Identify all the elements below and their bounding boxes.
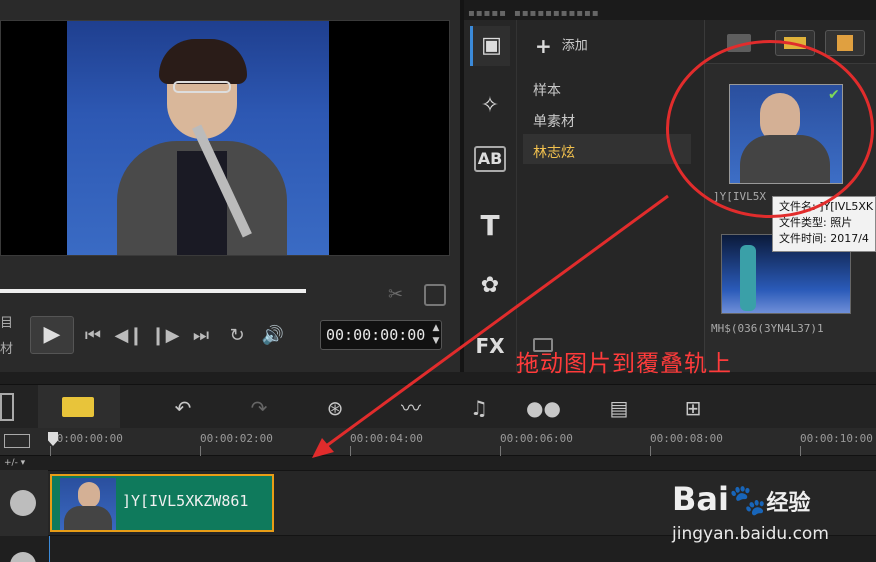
clip-thumbnail xyxy=(60,478,116,530)
film-reel-icon[interactable] xyxy=(10,490,36,516)
timecode-display[interactable]: 00:00:00:00 xyxy=(320,320,442,350)
timeline-clip[interactable]: ]Y[IVL5XKZW861 xyxy=(50,474,274,532)
folder-item-samples[interactable]: 样本 xyxy=(533,80,561,100)
thumbnail-caption-2: MH$(036(3YN4L37)1 xyxy=(711,322,824,335)
tick-label-1: 00:00:02:00 xyxy=(200,432,273,445)
go-to-end-icon[interactable]: ⏭ xyxy=(186,322,216,350)
scissors-icon[interactable]: ✂ xyxy=(388,284,410,306)
repeat-icon[interactable]: ↻ xyxy=(222,322,252,350)
tick xyxy=(500,446,501,456)
grip-icon-2[interactable]: ▪▪▪▪▪▪▪▪▪▪▪ xyxy=(514,8,600,19)
sound-mixer-icon[interactable]: 〰 xyxy=(394,395,428,421)
undo-icon[interactable]: ↶ xyxy=(166,395,200,421)
instruction-text: 拖动图片到覆叠轨上 xyxy=(516,351,732,377)
video-track-header[interactable] xyxy=(0,470,48,536)
library-folder-panel: + 添加 样本 单素材 林志炫 xyxy=(516,20,704,372)
media-icon[interactable]: ▣ xyxy=(470,26,510,66)
copy-icon[interactable] xyxy=(424,284,446,306)
baidu-logo-text: Bai xyxy=(672,480,729,518)
timeline-view-icon xyxy=(62,397,94,417)
tick-label-0: 00:00:00:00 xyxy=(50,432,123,445)
track-manager-icon[interactable] xyxy=(4,434,30,448)
preview-image xyxy=(67,21,329,255)
clip-mode-label[interactable]: 材 xyxy=(0,338,13,357)
thumb2-singer xyxy=(740,245,756,311)
tick xyxy=(650,446,651,456)
tooltip-filetype: 文件类型: 照片 xyxy=(779,216,853,229)
record-capture-icon[interactable]: ⊛ xyxy=(318,395,352,421)
baidu-url: jingyan.baidu.com xyxy=(672,524,829,544)
graphics-icon[interactable]: ✿ xyxy=(470,266,510,306)
fx-icon[interactable]: FX xyxy=(470,326,510,366)
folder-item-single[interactable]: 单素材 xyxy=(533,111,575,131)
next-frame-icon[interactable]: ❙▶ xyxy=(150,322,180,350)
timeline-toolbar: ↶ ↷ ⊛ 〰 ♫ ●● ▤ ⊞ xyxy=(0,384,876,429)
playhead-line xyxy=(49,536,50,562)
text-icon[interactable]: T xyxy=(470,206,510,246)
add-folder-label: 添加 xyxy=(561,38,588,54)
go-to-start-icon[interactable]: ⏮ xyxy=(78,322,108,350)
tick-label-4: 00:00:08:00 xyxy=(650,432,723,445)
scrub-bar[interactable] xyxy=(0,289,306,293)
person-glasses xyxy=(173,81,231,93)
clip-name: ]Y[IVL5XKZW861 xyxy=(122,492,249,510)
plus-icon: + xyxy=(535,34,552,58)
motion-tracking-icon[interactable]: ●● xyxy=(526,395,561,421)
timecode-spinner[interactable]: ▲ ▼ xyxy=(430,322,442,348)
show-photo-icon[interactable] xyxy=(825,30,865,56)
redo-icon[interactable]: ↷ xyxy=(242,395,276,421)
person-hair xyxy=(159,39,247,84)
title-ab-icon[interactable]: AB xyxy=(474,146,506,172)
tick-label-2: 00:00:04:00 xyxy=(350,432,423,445)
timeline-ruler[interactable]: 00:00:00:00 00:00:02:00 00:00:04:00 00:0… xyxy=(0,428,876,456)
baidu-jingyan-text: 经验 xyxy=(766,491,811,516)
grip-icon[interactable]: ▪▪▪▪▪ xyxy=(468,8,507,19)
tick xyxy=(200,446,201,456)
clip-face xyxy=(78,482,100,508)
baidu-watermark: Bai🐾经验 jingyan.baidu.com xyxy=(672,474,872,554)
auto-music-icon[interactable]: ♫ xyxy=(462,395,496,421)
highlight-circle xyxy=(666,40,874,218)
add-folder-button[interactable]: + 添加 xyxy=(535,34,588,58)
paw-icon: 🐾 xyxy=(728,483,767,518)
volume-icon[interactable]: 🔊 xyxy=(258,322,288,350)
transition-icon[interactable]: ✧ xyxy=(470,86,510,126)
multi-trim-icon[interactable]: ⊞ xyxy=(676,395,710,421)
subtitle-editor-icon[interactable]: ▤ xyxy=(602,395,636,421)
tick xyxy=(800,446,801,456)
tick-label-3: 00:00:06:00 xyxy=(500,432,573,445)
tick-label-5: 00:00:10:00 xyxy=(800,432,873,445)
clip-jacket xyxy=(64,506,112,530)
storyboard-view-icon[interactable] xyxy=(0,393,14,421)
folder-item-lin[interactable]: 林志炫 xyxy=(533,142,575,162)
tooltip-filetime: 文件时间: 2017/4 xyxy=(779,232,869,245)
play-button[interactable]: ▶ xyxy=(30,316,74,354)
previous-frame-icon[interactable]: ◀❙ xyxy=(114,322,144,350)
preview-window[interactable] xyxy=(0,20,450,256)
tick xyxy=(350,446,351,456)
library-category-bar: ▣ ✧ AB T ✿ FX xyxy=(464,20,516,372)
baidu-logo: Bai🐾经验 xyxy=(672,480,810,518)
zoom-control[interactable]: +/- ▾ xyxy=(4,458,25,468)
tick xyxy=(50,446,51,456)
library-title-bar: ▪▪▪▪▪ ▪▪▪▪▪▪▪▪▪▪▪ xyxy=(464,0,876,20)
preview-panel: ✂ 目 材 ▶ ⏮ ◀❙ ❙▶ ⏭ ↻ 🔊 00:00:00:00 ▲ ▼ xyxy=(0,0,460,372)
project-mode-label[interactable]: 目 xyxy=(0,312,13,331)
timeline-view-button[interactable] xyxy=(38,385,120,429)
